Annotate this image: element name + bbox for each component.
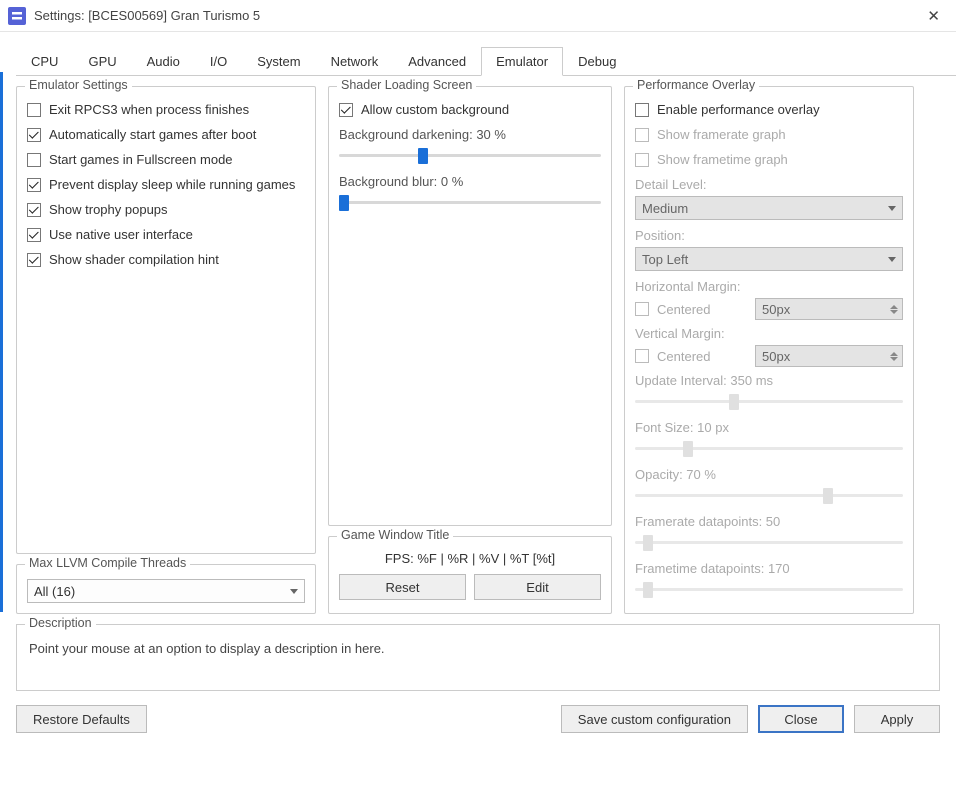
- tab-bar: CPU GPU Audio I/O System Network Advance…: [16, 46, 956, 76]
- opacity-slider: [635, 486, 903, 504]
- tab-emulator[interactable]: Emulator: [481, 47, 563, 76]
- cb-enable-perf[interactable]: Enable performance overlay: [635, 102, 903, 117]
- opacity-label: Opacity: 70 %: [635, 467, 903, 482]
- tab-advanced[interactable]: Advanced: [393, 47, 481, 76]
- gamewindow-title: Game Window Title: [337, 528, 453, 542]
- detail-label: Detail Level:: [635, 177, 903, 192]
- tab-audio[interactable]: Audio: [132, 47, 195, 76]
- darkening-label: Background darkening: 30 %: [339, 127, 601, 142]
- checkbox-icon: [635, 153, 649, 167]
- ftpoints-slider: [635, 580, 903, 598]
- frpoints-label: Framerate datapoints: 50: [635, 514, 903, 529]
- detail-value: Medium: [642, 201, 688, 216]
- cb-native-ui[interactable]: Use native user interface: [27, 227, 305, 242]
- gamewindow-group: Game Window Title FPS: %F | %R | %V | %T…: [328, 536, 612, 614]
- reset-button[interactable]: Reset: [339, 574, 466, 600]
- chevron-down-icon: [888, 257, 896, 262]
- tab-gpu[interactable]: GPU: [73, 47, 131, 76]
- cb-allow-bg[interactable]: Allow custom background: [339, 102, 601, 117]
- emulator-settings-title: Emulator Settings: [25, 78, 132, 92]
- right-column: Performance Overlay Enable performance o…: [624, 86, 914, 614]
- close-icon[interactable]: ✕: [919, 3, 948, 29]
- titlebar: Settings: [BCES00569] Gran Turismo 5 ✕: [0, 0, 956, 32]
- position-value: Top Left: [642, 252, 688, 267]
- close-button[interactable]: Close: [758, 705, 844, 733]
- cb-fullscreen[interactable]: Start games in Fullscreen mode: [27, 152, 305, 167]
- blur-slider[interactable]: [339, 193, 601, 211]
- shader-title: Shader Loading Screen: [337, 78, 476, 92]
- tab-cpu[interactable]: CPU: [16, 47, 73, 76]
- checkbox-icon: [635, 302, 649, 316]
- spin-down-icon: [890, 310, 898, 314]
- app-icon: [8, 7, 26, 25]
- hmargin-spinbox: 50px: [755, 298, 903, 320]
- update-label: Update Interval: 350 ms: [635, 373, 903, 388]
- ftpoints-label: Frametime datapoints: 170: [635, 561, 903, 576]
- tab-network[interactable]: Network: [316, 47, 394, 76]
- cb-shader-hint[interactable]: Show shader compilation hint: [27, 252, 305, 267]
- window-title: Settings: [BCES00569] Gran Turismo 5: [34, 8, 919, 23]
- llvm-select[interactable]: All (16): [27, 579, 305, 603]
- cb-autostart[interactable]: Automatically start games after boot: [27, 127, 305, 142]
- position-label: Position:: [635, 228, 903, 243]
- middle-column: Shader Loading Screen Allow custom backg…: [328, 86, 612, 614]
- settings-panel: Emulator Settings Exit RPCS3 when proces…: [0, 76, 956, 622]
- update-slider: [635, 392, 903, 410]
- checkbox-icon: [27, 253, 41, 267]
- tab-system[interactable]: System: [242, 47, 315, 76]
- tab-debug[interactable]: Debug: [563, 47, 631, 76]
- checkbox-icon: [27, 228, 41, 242]
- spin-up-icon: [890, 305, 898, 309]
- save-config-button[interactable]: Save custom configuration: [561, 705, 748, 733]
- frpoints-slider: [635, 533, 903, 551]
- darkening-slider[interactable]: [339, 146, 601, 164]
- vmargin-spinbox: 50px: [755, 345, 903, 367]
- gamewindow-format: FPS: %F | %R | %V | %T [%t]: [339, 551, 601, 566]
- chevron-down-icon: [290, 589, 298, 594]
- tab-io[interactable]: I/O: [195, 47, 242, 76]
- perf-title: Performance Overlay: [633, 78, 759, 92]
- left-accent-bar: [0, 72, 3, 612]
- checkbox-icon: [27, 128, 41, 142]
- description-text: Point your mouse at an option to display…: [29, 635, 927, 656]
- checkbox-icon: [635, 349, 649, 363]
- llvm-group: Max LLVM Compile Threads All (16): [16, 564, 316, 614]
- spin-down-icon: [890, 357, 898, 361]
- vmargin-label: Vertical Margin:: [635, 326, 903, 341]
- cb-trophy[interactable]: Show trophy popups: [27, 202, 305, 217]
- checkbox-icon: [27, 103, 41, 117]
- llvm-value: All (16): [34, 584, 75, 599]
- checkbox-icon: [635, 128, 649, 142]
- hmargin-label: Horizontal Margin:: [635, 279, 903, 294]
- llvm-title: Max LLVM Compile Threads: [25, 556, 190, 570]
- checkbox-icon: [27, 203, 41, 217]
- position-select: Top Left: [635, 247, 903, 271]
- spin-up-icon: [890, 352, 898, 356]
- description-group: Description Point your mouse at an optio…: [16, 624, 940, 691]
- detail-select: Medium: [635, 196, 903, 220]
- cb-ft-graph: Show frametime graph: [635, 152, 903, 167]
- cb-fr-graph: Show framerate graph: [635, 127, 903, 142]
- bottom-bar: Restore Defaults Save custom configurati…: [0, 699, 956, 745]
- emulator-settings-group: Emulator Settings Exit RPCS3 when proces…: [16, 86, 316, 554]
- cb-prevent-sleep[interactable]: Prevent display sleep while running game…: [27, 177, 305, 192]
- vmargin-row: Centered 50px: [635, 345, 903, 367]
- description-title: Description: [25, 616, 96, 630]
- font-slider: [635, 439, 903, 457]
- edit-button[interactable]: Edit: [474, 574, 601, 600]
- apply-button[interactable]: Apply: [854, 705, 940, 733]
- checkbox-icon: [339, 103, 353, 117]
- blur-label: Background blur: 0 %: [339, 174, 601, 189]
- font-label: Font Size: 10 px: [635, 420, 903, 435]
- shader-group: Shader Loading Screen Allow custom backg…: [328, 86, 612, 526]
- cb-exit-rpcs3[interactable]: Exit RPCS3 when process finishes: [27, 102, 305, 117]
- restore-defaults-button[interactable]: Restore Defaults: [16, 705, 147, 733]
- hmargin-row: Centered 50px: [635, 298, 903, 320]
- left-column: Emulator Settings Exit RPCS3 when proces…: [16, 86, 316, 614]
- chevron-down-icon: [888, 206, 896, 211]
- perf-group: Performance Overlay Enable performance o…: [624, 86, 914, 614]
- checkbox-icon: [27, 153, 41, 167]
- checkbox-icon: [635, 103, 649, 117]
- checkbox-icon: [27, 178, 41, 192]
